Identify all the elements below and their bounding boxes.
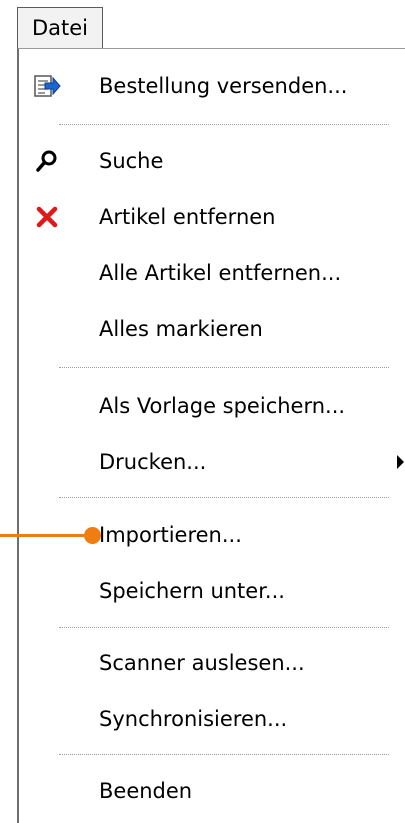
menu-item-bestellung-versenden[interactable]: Bestellung versenden... — [19, 59, 405, 113]
menu-item-label: Als Vorlage speichern... — [99, 394, 346, 418]
menu-item-artikel-entfernen[interactable]: Artikel entfernen — [19, 190, 405, 244]
menu-item-suche[interactable]: Suche — [19, 134, 405, 188]
menu-separator — [59, 124, 389, 125]
menu-item-als-vorlage-speichern[interactable]: Als Vorlage speichern... — [19, 379, 405, 433]
menu-item-synchronisieren[interactable]: Synchronisieren... — [19, 692, 405, 746]
menu-item-alle-artikel-entfernen[interactable]: Alle Artikel entfernen... — [19, 246, 405, 300]
delete-x-icon — [33, 203, 61, 231]
search-icon — [33, 147, 61, 175]
datei-dropdown-menu: Bestellung versenden... Suche Artikel en… — [17, 48, 405, 823]
menu-item-label: Speichern unter... — [99, 579, 285, 603]
send-document-icon — [33, 72, 61, 100]
menu-item-label: Synchronisieren... — [99, 707, 288, 731]
menu-item-beenden[interactable]: Beenden — [19, 764, 405, 818]
submenu-arrow-icon — [397, 455, 404, 469]
callout-line — [0, 534, 92, 537]
menu-item-label: Scanner auslesen... — [99, 651, 305, 675]
menu-item-label: Bestellung versenden... — [99, 74, 348, 98]
menu-item-alles-markieren[interactable]: Alles markieren — [19, 302, 405, 356]
menu-item-scanner-auslesen[interactable]: Scanner auslesen... — [19, 636, 405, 690]
menu-item-label: Beenden — [99, 779, 193, 803]
menu-item-drucken[interactable]: Drucken... — [19, 435, 405, 489]
menu-separator — [59, 497, 389, 498]
menu-item-label: Alles markieren — [99, 317, 263, 341]
menu-item-label: Artikel entfernen — [99, 205, 276, 229]
callout-dot — [84, 527, 101, 544]
menu-separator — [59, 367, 389, 368]
menu-item-label: Importieren... — [99, 523, 242, 547]
menu-item-label: Drucken... — [99, 450, 207, 474]
menu-separator — [59, 627, 389, 628]
menu-item-speichern-unter[interactable]: Speichern unter... — [19, 564, 405, 618]
menu-datei-button[interactable]: Datei — [17, 7, 103, 49]
menu-item-label: Suche — [99, 149, 164, 173]
menu-item-label: Alle Artikel entfernen... — [99, 261, 342, 285]
menu-separator — [59, 754, 389, 755]
